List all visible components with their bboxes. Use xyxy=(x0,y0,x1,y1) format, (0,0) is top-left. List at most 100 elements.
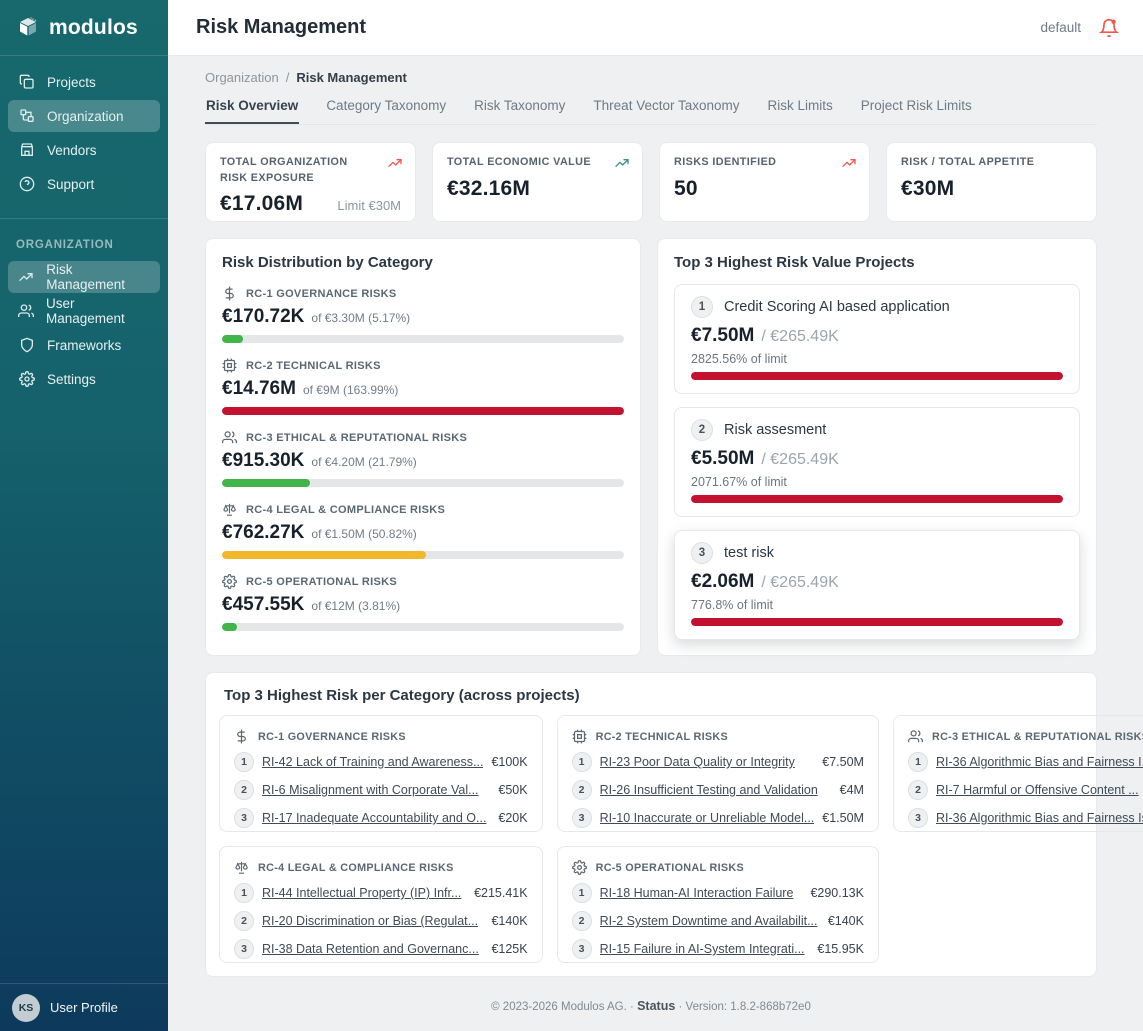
category-label: RC-1 GOVERNANCE RISKS xyxy=(258,731,406,743)
risk-category-card-rc3: RC-3 ETHICAL & REPUTATIONAL RISKS 1RI-36… xyxy=(893,715,1143,832)
sidebar-item-support[interactable]: Support xyxy=(8,168,160,200)
category-limit-text: of €4.20M (21.79%) xyxy=(311,455,416,469)
cpu-icon xyxy=(572,729,587,744)
rank-badge: 3 xyxy=(691,542,713,564)
risk-value: €7.50M xyxy=(822,755,864,769)
distribution-row-rc5: RC-5 OPERATIONAL RISKS €457.55K of €12M … xyxy=(222,574,624,631)
rank-badge: 1 xyxy=(572,752,592,772)
tab-threat-vector-taxonomy[interactable]: Threat Vector Taxonomy xyxy=(592,98,740,124)
rank-badge: 2 xyxy=(234,780,254,800)
risk-link[interactable]: RI-15 Failure in AI-System Integrati... xyxy=(600,942,810,956)
top-risks-panel: Top 3 Highest Risk per Category (across … xyxy=(205,672,1097,977)
risk-link[interactable]: RI-20 Discrimination or Bias (Regulat... xyxy=(262,914,483,928)
category-limit-text: of €12M (3.81%) xyxy=(311,599,400,613)
rank-badge: 2 xyxy=(908,780,928,800)
notifications-bell-icon[interactable] xyxy=(1099,18,1119,38)
risk-value: €1.50M xyxy=(822,811,864,825)
category-value: €170.72K xyxy=(222,306,304,328)
project-card[interactable]: 3 test risk €2.06M / €265.49K 776.8% of … xyxy=(674,530,1080,640)
environment-label: default xyxy=(1040,20,1081,35)
risk-link[interactable]: RI-44 Intellectual Property (IP) Infr... xyxy=(262,886,466,900)
dollar-icon xyxy=(222,286,237,301)
rank-badge: 3 xyxy=(908,808,928,828)
sidebar-item-settings[interactable]: Settings xyxy=(8,363,160,395)
stat-risk-total-appetite: RISK / TOTAL APPETITE €30M xyxy=(886,142,1097,222)
risk-row: 1RI-18 Human-AI Interaction Failure€290.… xyxy=(572,883,864,903)
risk-link[interactable]: RI-42 Lack of Training and Awareness... xyxy=(262,755,483,769)
sidebar-item-organization[interactable]: Organization xyxy=(8,100,160,132)
project-card[interactable]: 1 Credit Scoring AI based application €7… xyxy=(674,284,1080,394)
breadcrumb-current: Risk Management xyxy=(296,70,407,85)
risk-management-dashboard: modulos Projects Organization Vendors Su… xyxy=(0,0,1143,1031)
progress-bar xyxy=(222,623,624,631)
risk-link[interactable]: RI-10 Inaccurate or Unreliable Model... xyxy=(600,811,815,825)
rank-badge: 2 xyxy=(572,780,592,800)
tab-risk-taxonomy[interactable]: Risk Taxonomy xyxy=(473,98,566,124)
category-value: €457.55K xyxy=(222,594,304,616)
version-text: Version: 1.8.2-868b72e0 xyxy=(686,1001,811,1013)
status-link[interactable]: Status xyxy=(637,999,675,1013)
risk-row: 3RI-15 Failure in AI-System Integrati...… xyxy=(572,939,864,959)
user-profile[interactable]: KS User Profile xyxy=(0,983,168,1031)
category-limit-text: of €3.30M (5.17%) xyxy=(311,311,410,325)
risk-row: 2RI-20 Discrimination or Bias (Regulat..… xyxy=(234,911,528,931)
dollar-icon xyxy=(234,729,249,744)
risk-value: €50K xyxy=(498,783,527,797)
risk-link[interactable]: RI-23 Poor Data Quality or Integrity xyxy=(600,755,815,769)
project-name: Credit Scoring AI based application xyxy=(724,299,950,315)
brand-logo[interactable]: modulos xyxy=(0,0,168,56)
risk-link[interactable]: RI-36 Algorithmic Bias and Fairness Is..… xyxy=(936,811,1143,825)
risk-value: €100K xyxy=(491,755,527,769)
tab-risk-limits[interactable]: Risk Limits xyxy=(767,98,834,124)
sidebar-item-label: User Management xyxy=(46,296,150,326)
risk-link[interactable]: RI-26 Insufficient Testing and Validatio… xyxy=(600,783,832,797)
footer: © 2023-2026 Modulos AG. · Status · Versi… xyxy=(205,999,1097,1013)
scales-icon xyxy=(222,502,237,517)
risk-row: 1RI-42 Lack of Training and Awareness...… xyxy=(234,752,528,772)
tab-category-taxonomy[interactable]: Category Taxonomy xyxy=(325,98,447,124)
sidebar-item-user-management[interactable]: User Management xyxy=(8,295,160,327)
project-risk-limit: / €265.49K xyxy=(761,574,838,592)
risk-value: €4M xyxy=(840,783,864,797)
trend-up-icon xyxy=(387,155,403,171)
project-pct-of-limit: 776.8% of limit xyxy=(691,598,1063,612)
risk-row: 3RI-17 Inadequate Accountability and O..… xyxy=(234,808,528,828)
projects-icon xyxy=(18,74,35,90)
progress-bar xyxy=(222,551,624,559)
risk-link[interactable]: RI-7 Harmful or Offensive Content ... xyxy=(936,783,1142,797)
risk-link[interactable]: RI-2 System Downtime and Availabilit... xyxy=(600,914,820,928)
risk-row: 3 RI-36 Algorithmic Bias and Fairness Is.… xyxy=(908,808,1143,828)
gear-icon xyxy=(572,860,587,875)
trend-up-icon xyxy=(614,155,630,171)
sidebar-item-risk-management[interactable]: Risk Management xyxy=(8,261,160,293)
tab-risk-overview[interactable]: Risk Overview xyxy=(205,98,299,124)
stat-value: €30M xyxy=(901,177,954,201)
risk-link[interactable]: RI-36 Algorithmic Bias and Fairness I... xyxy=(936,755,1143,769)
project-card[interactable]: 2 Risk assesment €5.50M / €265.49K 2071.… xyxy=(674,407,1080,517)
breadcrumb-separator: / xyxy=(286,70,290,85)
risk-category-card-rc4: RC-4 LEGAL & COMPLIANCE RISKS 1RI-44 Int… xyxy=(219,846,543,963)
sidebar-item-frameworks[interactable]: Frameworks xyxy=(8,329,160,361)
risk-link[interactable]: RI-18 Human-AI Interaction Failure xyxy=(600,886,803,900)
rank-badge: 2 xyxy=(572,911,592,931)
risk-row: 1RI-44 Intellectual Property (IP) Infr..… xyxy=(234,883,528,903)
users-icon xyxy=(18,303,34,319)
rank-badge: 1 xyxy=(691,296,713,318)
tab-project-risk-limits[interactable]: Project Risk Limits xyxy=(860,98,973,124)
rank-badge: 3 xyxy=(572,808,592,828)
sidebar-item-projects[interactable]: Projects xyxy=(8,66,160,98)
sidebar-item-vendors[interactable]: Vendors xyxy=(8,134,160,166)
scales-icon xyxy=(234,860,249,875)
risk-row: 1 RI-23 Poor Data Quality or Integrity €7.… xyxy=(572,752,864,772)
risk-link[interactable]: RI-38 Data Retention and Governanc... xyxy=(262,942,483,956)
risk-value: €125K xyxy=(491,942,527,956)
sidebar-section-label: ORGANIZATION xyxy=(0,219,168,261)
distribution-row-rc2: RC-2 TECHNICAL RISKS €14.76M of €9M (163… xyxy=(222,358,624,415)
breadcrumb-parent[interactable]: Organization xyxy=(205,70,279,85)
risk-row: 3 RI-10 Inaccurate or Unreliable Model...… xyxy=(572,808,864,828)
risk-link[interactable]: RI-17 Inadequate Accountability and O... xyxy=(262,811,490,825)
risk-link[interactable]: RI-6 Misalignment with Corporate Val... xyxy=(262,783,490,797)
distribution-row-rc4: RC-4 LEGAL & COMPLIANCE RISKS €762.27K o… xyxy=(222,502,624,559)
distribution-row-rc1: RC-1 GOVERNANCE RISKS €170.72K of €3.30M… xyxy=(222,286,624,343)
stat-limit: Limit €30M xyxy=(337,198,401,213)
